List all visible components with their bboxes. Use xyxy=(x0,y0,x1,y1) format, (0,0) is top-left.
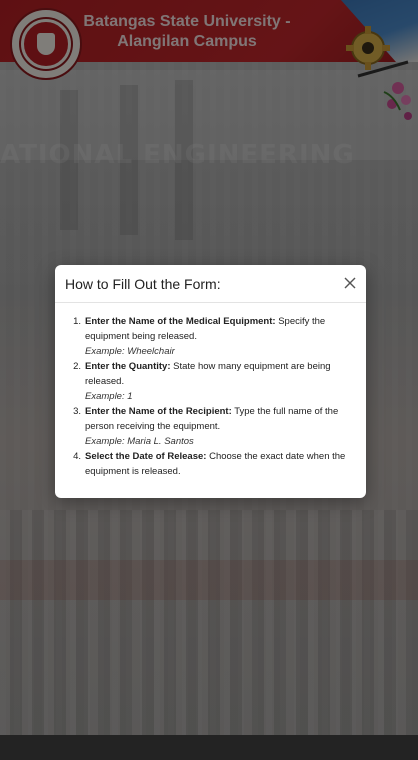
modal-header: How to Fill Out the Form: xyxy=(55,265,366,303)
modal-title: How to Fill Out the Form: xyxy=(65,276,221,292)
step-label: Select the Date of Release: xyxy=(85,451,207,462)
step-content: Enter the Name of the Medical Equipment:… xyxy=(85,314,356,359)
step-label: Enter the Quantity: xyxy=(85,361,171,372)
close-icon[interactable] xyxy=(342,275,358,291)
step-example: Example: Wheelchair xyxy=(85,346,175,357)
step-label: Enter the Name of the Medical Equipment: xyxy=(85,316,276,327)
step-number: 1. xyxy=(73,316,81,327)
modal-body: 1. Enter the Name of the Medical Equipme… xyxy=(55,303,366,479)
step-item: 3. Enter the Name of the Recipient: Type… xyxy=(65,404,356,449)
step-number: 4. xyxy=(73,451,81,462)
step-number: 2. xyxy=(73,361,81,372)
step-example: Example: Maria L. Santos xyxy=(85,436,194,447)
step-label: Enter the Name of the Recipient: xyxy=(85,406,232,417)
step-example: Example: 1 xyxy=(85,391,133,402)
step-item: 2. Enter the Quantity: State how many eq… xyxy=(65,359,356,404)
step-item: 1. Enter the Name of the Medical Equipme… xyxy=(65,314,356,359)
step-number: 3. xyxy=(73,406,81,417)
step-content: Enter the Quantity: State how many equip… xyxy=(85,359,356,404)
step-content: Enter the Name of the Recipient: Type th… xyxy=(85,404,356,449)
instruction-steps: 1. Enter the Name of the Medical Equipme… xyxy=(65,314,356,479)
bottom-bar xyxy=(0,735,418,760)
step-item: 4. Select the Date of Release: Choose th… xyxy=(65,449,356,479)
step-content: Select the Date of Release: Choose the e… xyxy=(85,449,356,479)
instructions-modal: How to Fill Out the Form: 1. Enter the N… xyxy=(55,265,366,498)
